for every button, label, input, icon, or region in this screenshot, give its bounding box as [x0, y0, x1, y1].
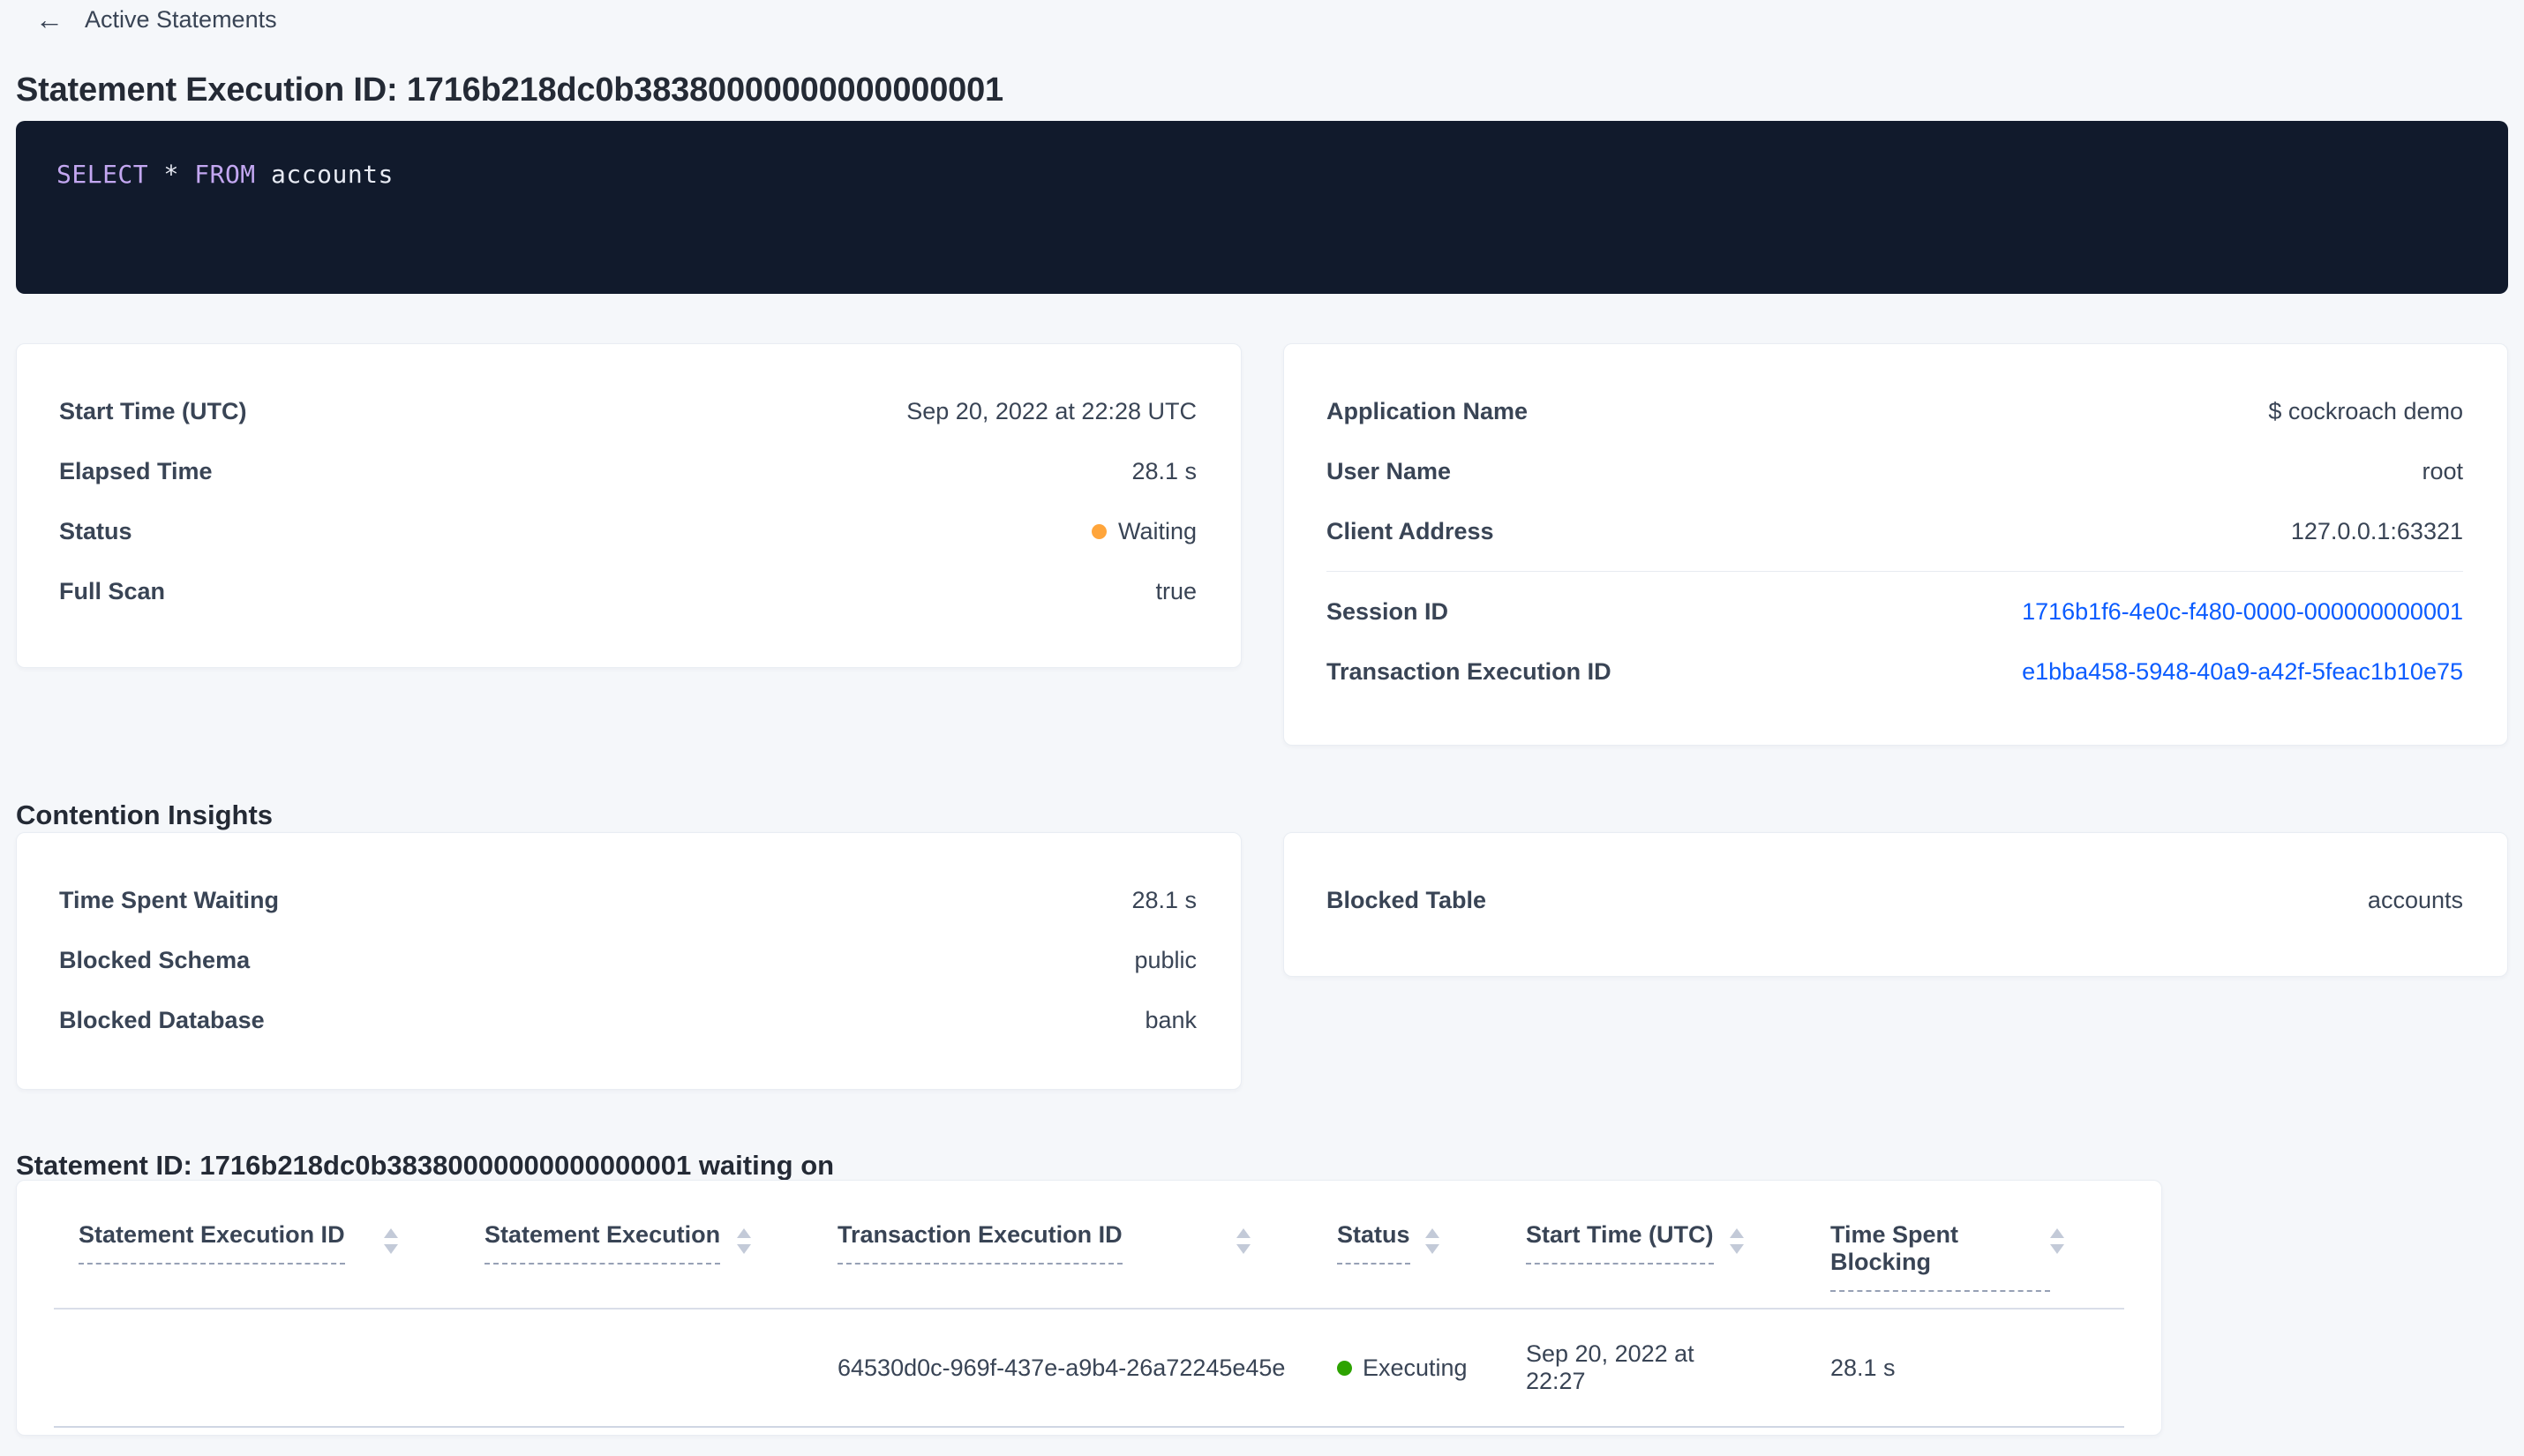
- contention-card-left: Time Spent Waiting 28.1 s Blocked Schema…: [16, 832, 1242, 1090]
- row-blocked-table: Blocked Table accounts: [1326, 870, 2463, 930]
- waiting-status-dot-icon: [1091, 523, 1107, 539]
- sql-table-name: accounts: [255, 160, 394, 189]
- blocked-table-label: Blocked Table: [1326, 886, 1487, 913]
- time-spent-waiting-value: 28.1 s: [1131, 886, 1197, 913]
- row-user-name: User Name root: [1326, 441, 2463, 501]
- session-id-label: Session ID: [1326, 597, 1449, 625]
- blocked-database-value: bank: [1145, 1006, 1197, 1033]
- column-header-statement-execution-id[interactable]: Statement Execution ID: [54, 1221, 460, 1292]
- column-header-transaction-execution-id[interactable]: Transaction Execution ID: [813, 1221, 1312, 1292]
- breadcrumb-label[interactable]: Active Statements: [85, 6, 277, 34]
- cell-status-text: Executing: [1363, 1354, 1468, 1381]
- sort-down-icon[interactable]: [737, 1244, 751, 1254]
- column-header-statement-execution[interactable]: Statement Execution: [460, 1221, 813, 1292]
- row-application-name: Application Name $ cockroach demo: [1326, 381, 2463, 441]
- sort-up-icon[interactable]: [1425, 1228, 1439, 1238]
- overview-card-left: Start Time (UTC) Sep 20, 2022 at 22:28 U…: [16, 343, 1242, 668]
- client-address-value: 127.0.0.1:63321: [2290, 517, 2463, 544]
- row-blocked-schema: Blocked Schema public: [59, 930, 1197, 990]
- column-header-start-time[interactable]: Start Time (UTC): [1501, 1221, 1806, 1292]
- full-scan-value: true: [1155, 577, 1197, 604]
- cell-status: Executing: [1312, 1355, 1501, 1382]
- sort-icon[interactable]: [1730, 1228, 1744, 1254]
- transaction-execution-id-link[interactable]: e1bba458-5948-40a9-a42f-5feac1b10e75: [2022, 658, 2463, 686]
- status-label: Status: [59, 517, 132, 544]
- sort-down-icon[interactable]: [1236, 1244, 1251, 1254]
- sql-keyword-select: SELECT: [56, 160, 149, 189]
- row-start-time: Start Time (UTC) Sep 20, 2022 at 22:28 U…: [59, 381, 1197, 441]
- start-time-label: Start Time (UTC): [59, 397, 247, 424]
- executing-status-dot-icon: [1337, 1360, 1352, 1376]
- column-header-time-spent-blocking[interactable]: Time Spent Blocking: [1806, 1221, 2126, 1292]
- waiting-on-heading: Statement ID: 1716b218dc0b38380000000000…: [16, 1149, 835, 1181]
- sort-icon[interactable]: [737, 1228, 751, 1254]
- sort-up-icon[interactable]: [1236, 1228, 1251, 1238]
- statement-execution-detail-page: ← Active Statements Statement Execution …: [0, 0, 2524, 1456]
- full-scan-label: Full Scan: [59, 577, 166, 604]
- row-client-address: Client Address 127.0.0.1:63321: [1326, 501, 2463, 561]
- time-spent-waiting-label: Time Spent Waiting: [59, 886, 280, 913]
- sql-keyword-from: FROM: [194, 160, 256, 189]
- sort-icon[interactable]: [2050, 1228, 2064, 1254]
- sort-icon[interactable]: [384, 1228, 398, 1254]
- sort-up-icon[interactable]: [1730, 1228, 1744, 1238]
- breadcrumb[interactable]: ← Active Statements: [35, 2, 277, 37]
- back-arrow-icon[interactable]: ←: [35, 5, 64, 34]
- waiting-on-table: Statement Execution ID Statement Executi…: [54, 1181, 2124, 1428]
- card-divider: [1326, 571, 2463, 572]
- table-header-row: Statement Execution ID Statement Executi…: [54, 1181, 2124, 1310]
- application-name-value: $ cockroach demo: [2268, 397, 2463, 424]
- application-name-label: Application Name: [1326, 397, 1529, 424]
- cell-start-time: Sep 20, 2022 at 22:27: [1526, 1340, 1694, 1394]
- sort-up-icon[interactable]: [384, 1228, 398, 1238]
- sort-icon[interactable]: [1236, 1228, 1251, 1254]
- sort-up-icon[interactable]: [2050, 1228, 2064, 1238]
- user-name-value: root: [2422, 457, 2463, 484]
- status-badge: Waiting: [1091, 517, 1197, 545]
- blocked-schema-value: public: [1134, 946, 1197, 973]
- elapsed-time-value: 28.1 s: [1131, 457, 1197, 484]
- sort-down-icon[interactable]: [1425, 1244, 1439, 1254]
- sql-statement-text: SELECT * FROM accounts: [16, 121, 2508, 228]
- sql-statement-box: SELECT * FROM accounts: [16, 121, 2508, 294]
- row-status: Status Waiting: [59, 501, 1197, 561]
- elapsed-time-label: Elapsed Time: [59, 457, 213, 484]
- page-title: Statement Execution ID: 1716b218dc0b3838…: [16, 71, 1003, 109]
- cell-transaction-execution-id: 64530d0c-969f-437e-a9b4-26a72245e45e: [838, 1354, 1286, 1381]
- sort-icon[interactable]: [1425, 1228, 1439, 1254]
- contention-insights-heading: Contention Insights: [16, 799, 274, 830]
- client-address-label: Client Address: [1326, 517, 1494, 544]
- row-blocked-database: Blocked Database bank: [59, 990, 1197, 1050]
- row-elapsed-time: Elapsed Time 28.1 s: [59, 441, 1197, 501]
- blocked-table-value: accounts: [2367, 886, 2463, 913]
- transaction-execution-id-label: Transaction Execution ID: [1326, 657, 1611, 685]
- contention-card-right: Blocked Table accounts: [1283, 832, 2508, 977]
- row-time-spent-waiting: Time Spent Waiting 28.1 s: [59, 870, 1197, 930]
- sort-down-icon[interactable]: [1730, 1244, 1744, 1254]
- table-row: 64530d0c-969f-437e-a9b4-26a72245e45e Exe…: [54, 1310, 2124, 1428]
- user-name-label: User Name: [1326, 457, 1452, 484]
- waiting-on-table-card: Statement Execution ID Statement Executi…: [16, 1180, 2162, 1436]
- sort-down-icon[interactable]: [384, 1244, 398, 1254]
- sql-star: *: [148, 160, 195, 189]
- session-id-link[interactable]: 1716b1f6-4e0c-f480-0000-000000000001: [2022, 598, 2463, 626]
- row-transaction-execution-id: Transaction Execution ID e1bba458-5948-4…: [1326, 642, 2463, 702]
- row-full-scan: Full Scan true: [59, 561, 1197, 621]
- sort-down-icon[interactable]: [2050, 1244, 2064, 1254]
- sort-up-icon[interactable]: [737, 1228, 751, 1238]
- overview-card-right: Application Name $ cockroach demo User N…: [1283, 343, 2508, 746]
- row-session-id: Session ID 1716b1f6-4e0c-f480-0000-00000…: [1326, 582, 2463, 642]
- start-time-value: Sep 20, 2022 at 22:28 UTC: [906, 397, 1197, 424]
- blocked-database-label: Blocked Database: [59, 1006, 265, 1033]
- status-value: Waiting: [1117, 517, 1197, 544]
- blocked-schema-label: Blocked Schema: [59, 946, 251, 973]
- cell-time-spent-blocking: 28.1 s: [1830, 1354, 1896, 1381]
- column-header-status[interactable]: Status: [1312, 1221, 1501, 1292]
